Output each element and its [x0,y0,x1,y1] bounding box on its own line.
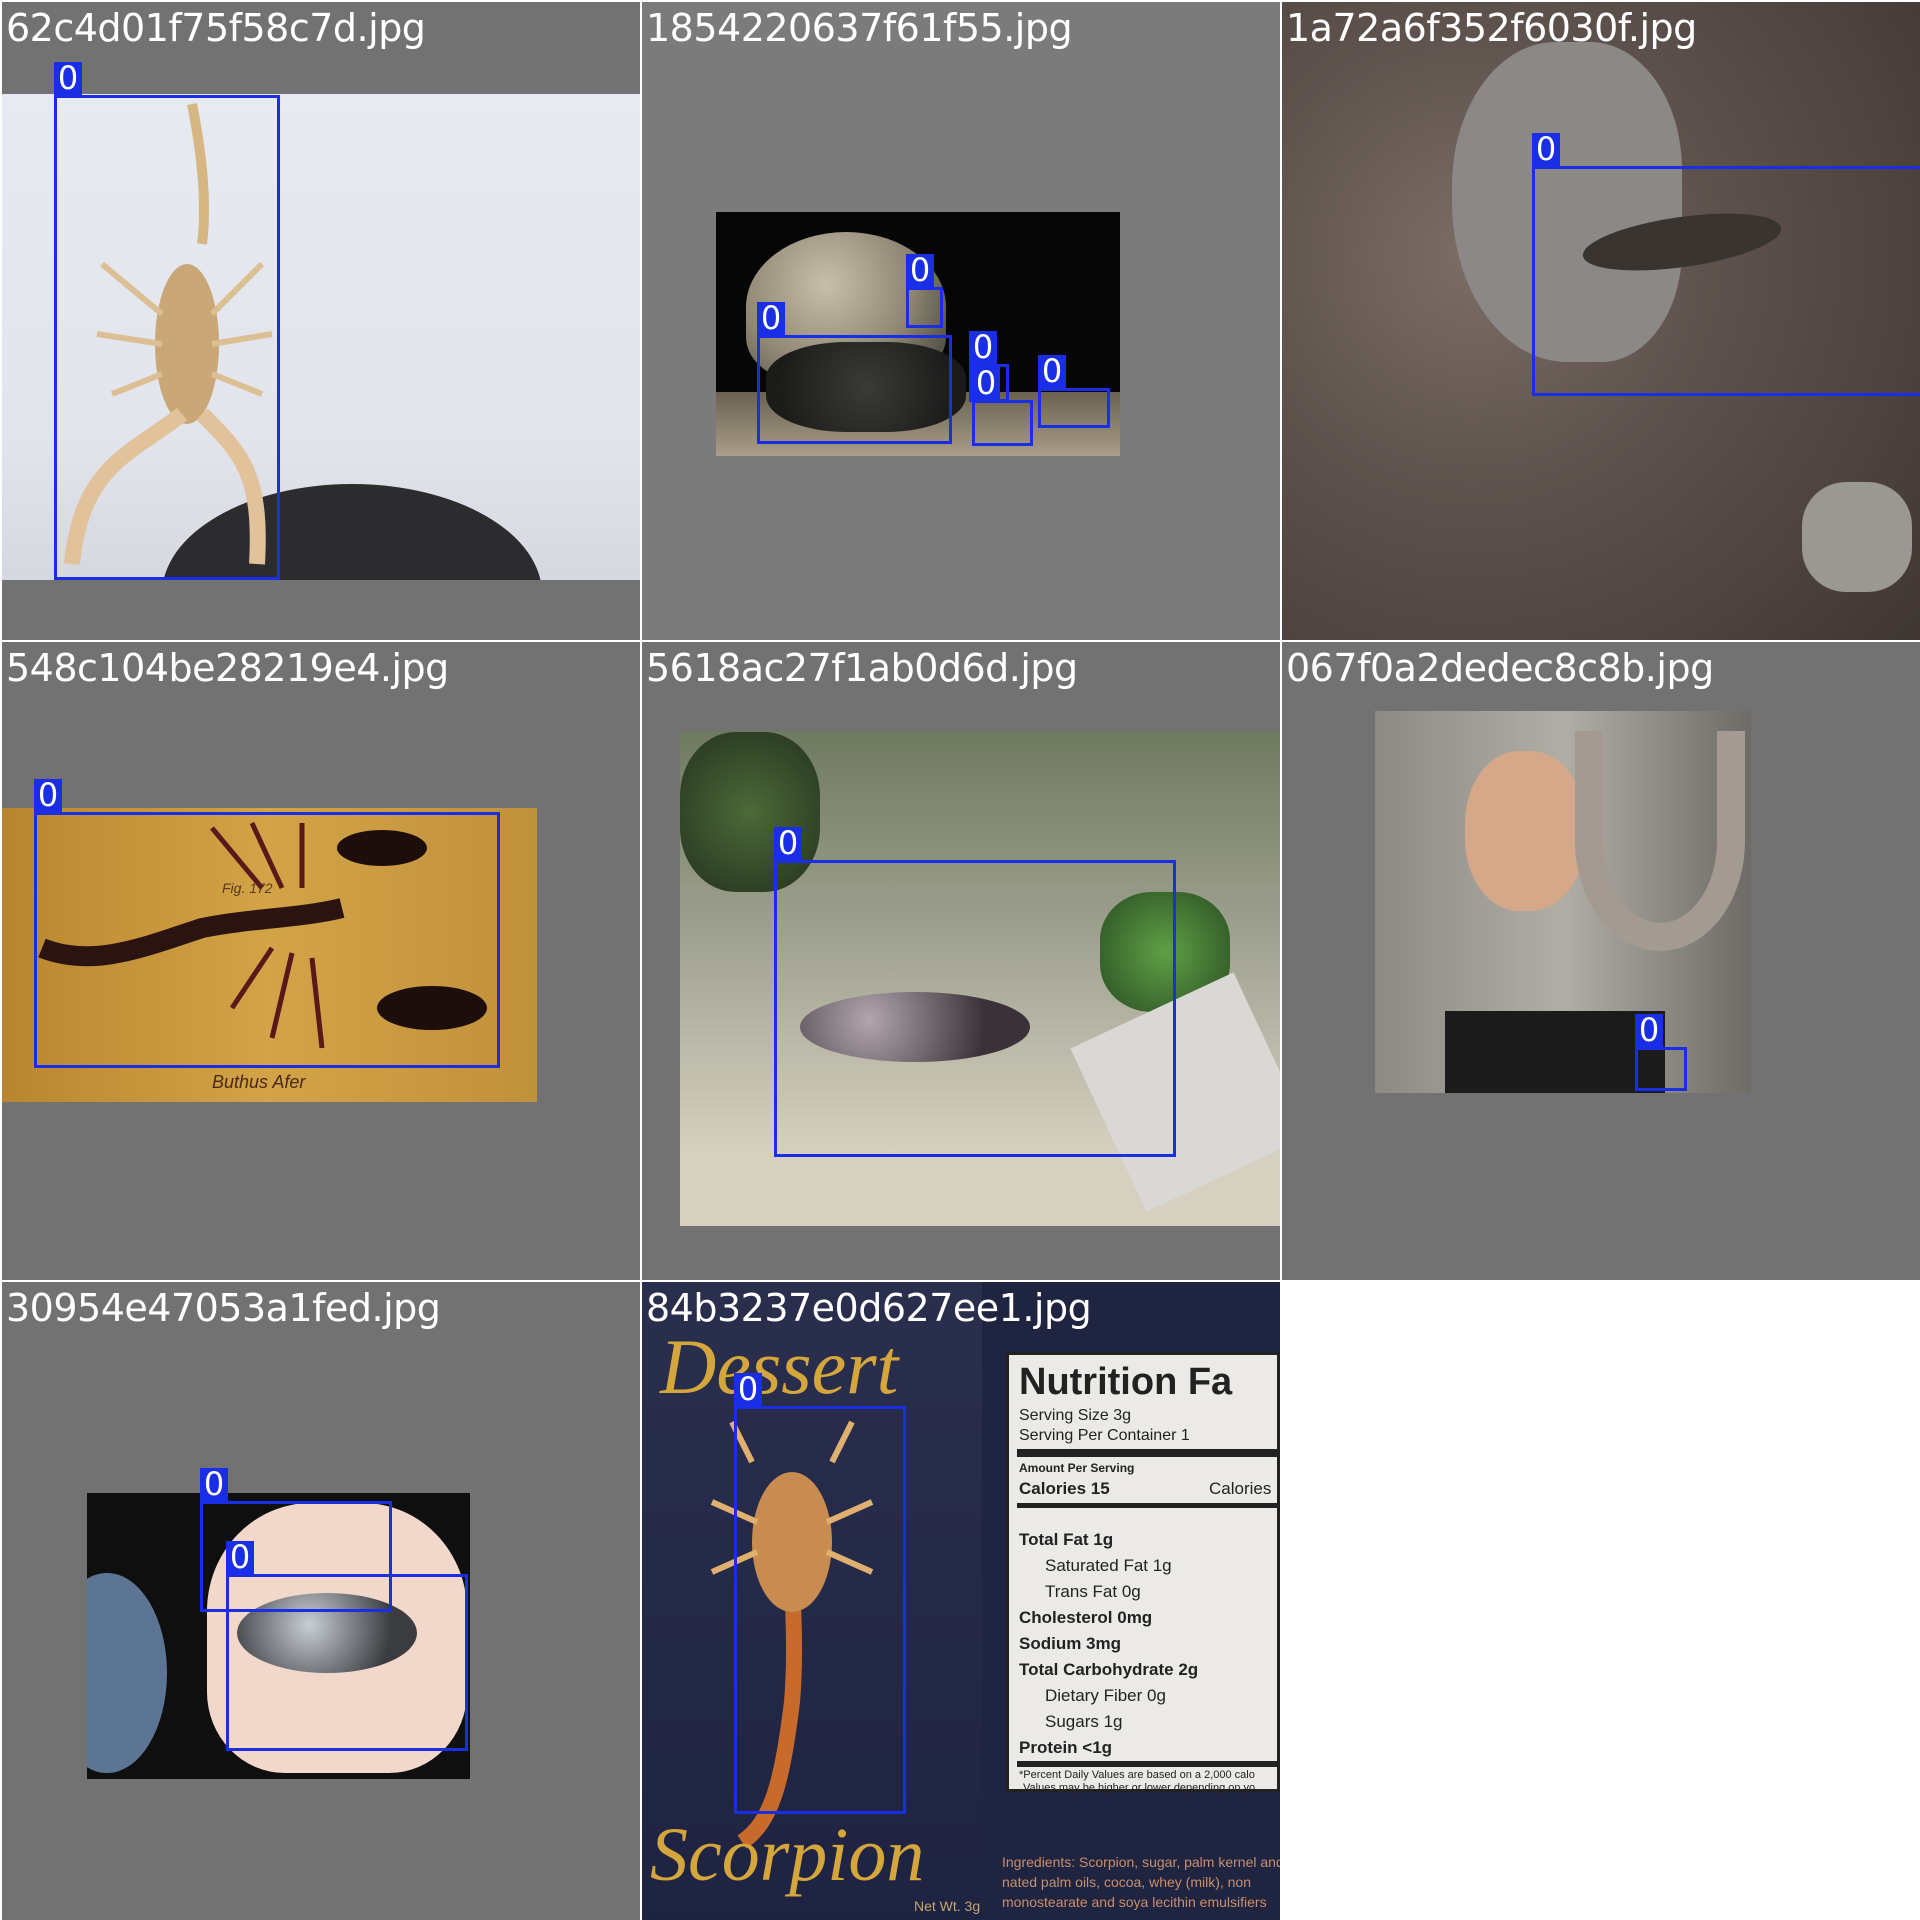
nutrition-row: Total Fat 1g [1019,1530,1114,1549]
class-label: 0 [774,827,802,860]
detection-box: 0 [757,302,952,444]
class-label: 0 [1038,355,1066,388]
image-filename: 548c104be28219e4.jpg [6,646,449,690]
ingredients-line: Ingredients: Scorpion, sugar, palm kerne… [1002,1854,1280,1870]
detection-box: 0 [1038,355,1110,428]
image-filename: 5618ac27f1ab0d6d.jpg [646,646,1078,690]
class-label: 0 [226,1541,254,1574]
top-shape [1445,1011,1665,1093]
detection-box: 0 [1532,133,1920,396]
image-filename: 62c4d01f75f58c7d.jpg [6,6,426,50]
class-label: 0 [200,1468,228,1501]
nutrition-row: Total Carbohydrate 2g [1019,1660,1199,1679]
grid-tile-4: Fig. 172 Buthus Afer 548c104be28219e4.jp… [2,642,640,1280]
thick-divider [1017,1761,1280,1767]
class-label: 0 [972,367,1000,400]
class-label: 0 [969,331,997,364]
grid-tile-6: 067f0a2dedec8c8b.jpg 0 [1282,642,1920,1280]
nutrition-footnote: Values may be higher or lower depending … [1023,1782,1256,1794]
nutrition-label: Nutrition Fa Serving Size 3g Serving Per… [982,1282,1280,1920]
class-label: 0 [54,62,82,95]
hook-shape [1575,731,1745,951]
detection-box: 0 [906,254,943,328]
tile-photo [1375,711,1751,1093]
detection-box: 0 [226,1541,468,1751]
grid-tile-8: Dessert Scorpion Net Wt. 3g Nutrition Fa… [642,1282,1280,1920]
nutrition-servings-per-container: Serving Per Container 1 [1019,1427,1190,1444]
sleeve-shape [87,1573,167,1773]
nutrition-footnote: *Percent Daily Values are based on a 2,0… [1019,1769,1255,1781]
image-filename: 30954e47053a1fed.jpg [6,1286,441,1330]
nutrition-calories: Calories 15 [1019,1479,1110,1498]
detection-box: 0 [774,827,1176,1157]
nutrition-row: Cholesterol 0mg [1019,1608,1153,1627]
image-filename: 1a72a6f352f6030f.jpg [1286,6,1697,50]
grid-tile-5: 5618ac27f1ab0d6d.jpg 0 [642,642,1280,1280]
thick-divider [1017,1449,1280,1457]
package-title-bottom: Scorpion [650,1813,925,1897]
ingredients-line: nated palm oils, cocoa, whey (milk), non [1002,1874,1251,1890]
grid-tile-3: 1a72a6f352f6030f.jpg 0 [1282,2,1920,640]
class-label: 0 [757,302,785,335]
rock-shape [1802,482,1912,592]
thick-divider [1017,1503,1280,1508]
detection-box: 0 [34,779,500,1068]
class-label: 0 [734,1373,762,1406]
class-label: 0 [906,254,934,287]
nutrition-row: Dietary Fiber 0g [1045,1686,1166,1705]
nutrition-row: Sugars 1g [1045,1712,1123,1731]
grid-tile-2: 1854220637f61f55.jpg 0 0 0 0 0 [642,2,1280,640]
image-filename: 067f0a2dedec8c8b.jpg [1286,646,1714,690]
nutrition-serving-size: Serving Size 3g [1019,1407,1132,1424]
nutrition-calories-from-fat: Calories [1209,1479,1272,1498]
detection-box: 0 [734,1373,906,1814]
nutrition-amount-per-serving: Amount Per Serving [1019,1461,1135,1475]
ingredients-line: monostearate and soya lecithin emulsifie… [1002,1894,1267,1910]
image-filename: 1854220637f61f55.jpg [646,6,1073,50]
nutrition-row: Protein <1g [1019,1738,1113,1757]
nutrition-heading: Nutrition Fa [1019,1361,1233,1403]
class-label: 0 [1532,133,1560,166]
nutrition-panel: Nutrition Fa Serving Size 3g Serving Per… [1006,1352,1280,1794]
person-face [1465,751,1585,911]
class-label: 0 [1635,1014,1663,1047]
image-filename: 84b3237e0d627ee1.jpg [646,1286,1092,1330]
class-label: 0 [34,779,62,812]
package-net-weight: Net Wt. 3g [914,1898,981,1914]
detection-box: 0 [54,62,280,580]
nutrition-row: Saturated Fat 1g [1045,1556,1172,1575]
nutrition-row: Sodium 3mg [1019,1634,1122,1653]
grid-tile-1: 62c4d01f75f58c7d.jpg 0 [2,2,640,640]
grid-tile-7: 30954e47053a1fed.jpg 0 0 [2,1282,640,1920]
detection-box: 0 [1635,1014,1687,1091]
illustration-caption: Buthus Afer [212,1072,306,1092]
detection-box: 0 [972,367,1033,446]
nutrition-row: Trans Fat 0g [1045,1582,1141,1601]
